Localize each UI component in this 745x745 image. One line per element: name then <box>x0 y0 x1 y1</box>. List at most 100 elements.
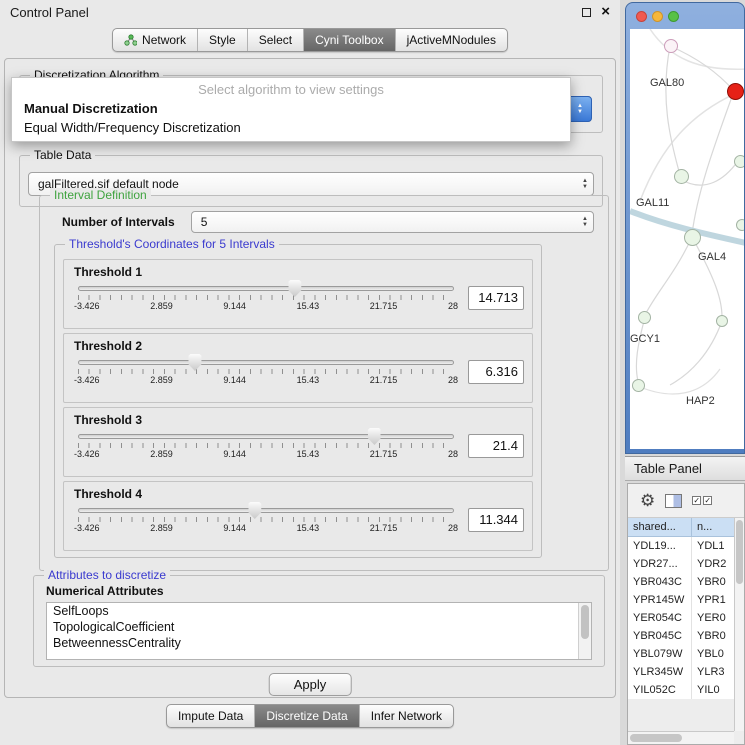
threshold-slider[interactable] <box>78 286 454 291</box>
checkbox-icon[interactable]: ✓ <box>692 496 701 505</box>
combo-stepper-icon[interactable]: ▲ ▼ <box>568 96 592 122</box>
apply-button[interactable]: Apply <box>269 673 352 696</box>
attributes-group: Attributes to discretize Numerical Attri… <box>33 575 605 667</box>
threshold-slider[interactable] <box>78 434 454 439</box>
scrollbar-thumb[interactable] <box>581 605 589 639</box>
network-node[interactable] <box>734 155 744 168</box>
network-node[interactable] <box>716 315 728 327</box>
tab-impute-data[interactable]: Impute Data <box>167 705 254 727</box>
tick-label: -3.426 <box>74 301 100 311</box>
horizontal-scrollbar[interactable] <box>628 731 734 744</box>
threshold-box-2: Threshold 2 -3.426 2.859 9.144 <box>63 333 533 403</box>
slider-ticks <box>78 295 454 300</box>
tick-label: 15.43 <box>297 301 320 311</box>
tab-segment: Impute Data Discretize Data Infer Networ… <box>166 704 454 728</box>
tab-label: jActiveMNodules <box>407 33 496 47</box>
network-view-window: GAL80 GAL11 GAL4 GCY1 HAP2 <box>625 2 745 454</box>
tab-select[interactable]: Select <box>247 29 303 51</box>
network-node[interactable] <box>632 379 645 392</box>
tick-label: 15.43 <box>297 375 320 385</box>
tick-label: 28 <box>448 301 458 311</box>
list-item[interactable]: SelfLoops <box>47 603 591 619</box>
tab-label: Select <box>259 33 292 47</box>
bottom-tab-bar: Impute Data Discretize Data Infer Networ… <box>0 704 620 728</box>
scrollbar-thumb[interactable] <box>736 520 743 584</box>
threshold-box-3: Threshold 3 -3.426 2.859 9.144 <box>63 407 533 477</box>
table-row[interactable]: YPR145WYPR1 <box>628 591 734 609</box>
dropdown-item-manual[interactable]: Manual Discretization <box>12 99 570 118</box>
tab-label: Cyni Toolbox <box>315 33 383 47</box>
network-icon <box>124 34 137 46</box>
network-canvas[interactable]: GAL80 GAL11 GAL4 GCY1 HAP2 <box>630 29 744 449</box>
num-intervals-select[interactable]: 5 ▲ ▼ <box>191 211 594 233</box>
right-panel: GAL80 GAL11 GAL4 GCY1 HAP2 Table Panel ⚙… <box>625 0 745 745</box>
tab-label: Discretize Data <box>266 709 347 723</box>
tick-label: 28 <box>448 449 458 459</box>
threshold-value-field[interactable]: 21.4 <box>468 434 524 458</box>
table-row[interactable]: YER054CYER0 <box>628 609 734 627</box>
tick-label: 9.144 <box>223 449 246 459</box>
close-window-icon[interactable] <box>636 11 647 22</box>
column-header[interactable]: shared... <box>628 518 692 536</box>
network-node-selected[interactable] <box>727 83 744 100</box>
scrollbar-thumb[interactable] <box>630 734 682 742</box>
list-scrollbar[interactable] <box>578 603 591 659</box>
minimize-window-icon[interactable] <box>652 11 663 22</box>
float-window-icon[interactable] <box>582 8 591 17</box>
network-node[interactable] <box>664 39 678 53</box>
tick-label: 2.859 <box>150 449 173 459</box>
table-row[interactable]: YLR345WYLR3 <box>628 663 734 681</box>
table-cell: YIL052C <box>628 681 692 699</box>
list-item[interactable]: BetweennessCentrality <box>47 635 591 651</box>
table-cell: YPR1 <box>692 591 734 609</box>
dropdown-item-equal-width[interactable]: Equal Width/Frequency Discretization <box>12 118 570 137</box>
tab-style[interactable]: Style <box>197 29 247 51</box>
threshold-value-field[interactable]: 6.316 <box>468 360 524 384</box>
tick-label: 2.859 <box>150 375 173 385</box>
columns-icon[interactable] <box>665 494 682 508</box>
control-panel-titlebar: Control Panel × <box>0 0 620 24</box>
slider-tick-labels: -3.426 2.859 9.144 15.43 21.715 28 <box>74 449 458 459</box>
tab-cyni-toolbox[interactable]: Cyni Toolbox <box>303 29 394 51</box>
network-node[interactable] <box>674 169 689 184</box>
node-table: shared... n... YDL19...YDL1 YDR27...YDR2… <box>628 518 734 699</box>
column-header[interactable]: n... <box>692 518 734 536</box>
node-label: HAP2 <box>686 395 715 407</box>
table-row[interactable]: YBR045CYBR0 <box>628 627 734 645</box>
group-title: Table Data <box>30 148 95 163</box>
threshold-slider[interactable] <box>78 360 454 365</box>
tab-discretize-data[interactable]: Discretize Data <box>254 705 358 727</box>
threshold-slider[interactable] <box>78 508 454 513</box>
close-icon[interactable]: × <box>601 5 610 19</box>
threshold-value-field[interactable]: 14.713 <box>468 286 524 310</box>
table-cell: YLR345W <box>628 663 692 681</box>
tab-jactivemnodules[interactable]: jActiveMNodules <box>395 29 507 51</box>
table-row[interactable]: YBL079WYBL0 <box>628 645 734 663</box>
tab-network[interactable]: Network <box>113 29 197 51</box>
table-row[interactable]: YIL052CYIL0 <box>628 681 734 699</box>
network-node[interactable] <box>638 311 651 324</box>
threshold-box-4: Threshold 4 -3.426 2.859 9.144 <box>63 481 533 551</box>
control-panel: Control Panel × Network Style <box>0 0 620 745</box>
table-row[interactable]: YDR27...YDR2 <box>628 555 734 573</box>
tab-label: Style <box>209 33 236 47</box>
table-row[interactable]: YDL19...YDL1 <box>628 537 734 555</box>
vertical-scrollbar[interactable] <box>734 518 744 731</box>
tick-label: 28 <box>448 375 458 385</box>
gear-icon[interactable]: ⚙ <box>640 492 655 509</box>
tab-infer-network[interactable]: Infer Network <box>359 705 453 727</box>
group-title: Interval Definition <box>50 188 151 203</box>
zoom-window-icon[interactable] <box>668 11 679 22</box>
table-cell: YBL079W <box>628 645 692 663</box>
network-node[interactable] <box>684 229 701 246</box>
cyni-toolbox-panel: Discretization Algorithm ▲ ▼ Select algo… <box>4 58 616 698</box>
threshold-label: Threshold 4 <box>64 482 532 501</box>
network-node[interactable] <box>736 219 744 231</box>
threshold-value-field[interactable]: 11.344 <box>468 508 524 532</box>
table-row[interactable]: YBR043CYBR0 <box>628 573 734 591</box>
list-item[interactable]: TopologicalCoefficient <box>47 619 591 635</box>
tab-label: Impute Data <box>178 709 243 723</box>
checkbox-icon[interactable]: ✓ <box>703 496 712 505</box>
node-label: GCY1 <box>630 333 660 345</box>
tick-label: 21.715 <box>370 375 398 385</box>
